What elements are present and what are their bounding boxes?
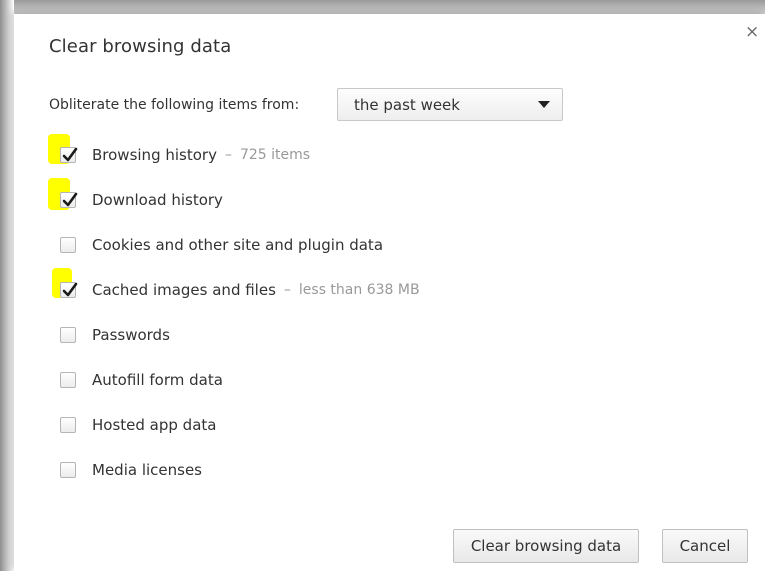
item-checkbox[interactable] [60,417,76,433]
clear-browsing-data-dialog: Clear browsing data × Obliterate the fol… [14,14,765,571]
clear-item[interactable]: Passwords [46,320,170,350]
time-range-selected-value: the past week [354,96,460,114]
item-label: Hosted app data [92,416,217,434]
dropdown-caret-icon [538,101,550,108]
close-icon[interactable]: × [745,24,759,41]
time-range-row: Obliterate the following items from: [49,88,299,122]
item-checkbox[interactable] [60,147,78,163]
item-label: Browsing history [92,146,217,164]
clear-item[interactable]: Download history [46,178,223,215]
item-separator: – [224,147,232,163]
item-checkbox[interactable] [60,237,76,253]
clear-item[interactable]: Hosted app data [46,410,216,440]
time-range-select[interactable]: the past week [337,88,563,121]
checkmark-icon [62,192,78,207]
item-detail: less than 638 MB [298,282,420,298]
item-checkbox[interactable] [60,462,76,478]
item-checkbox[interactable] [60,192,78,208]
time-range-label: Obliterate the following items from: [49,97,300,113]
clear-item[interactable]: Cached images and files – less than 638 MB [46,268,420,305]
item-label: Autofill form data [92,371,223,389]
item-label: Download history [92,191,223,209]
checkmark-icon [62,147,78,162]
item-label: Cookies and other site and plugin data [92,236,384,254]
clear-item[interactable]: Cookies and other site and plugin data [46,230,383,260]
item-detail: 725 items [239,147,311,163]
item-label: Media licenses [92,461,202,479]
cancel-button[interactable]: Cancel [662,529,748,563]
clear-item[interactable]: Browsing history –725 items [46,134,311,170]
item-checkbox[interactable] [60,372,76,388]
clear-browsing-data-button[interactable]: Clear browsing data [453,529,639,563]
clear-item[interactable]: Autofill form data [46,365,223,395]
item-checkbox[interactable] [60,327,76,343]
item-checkbox[interactable] [60,282,78,298]
clear-item[interactable]: Media licenses [46,455,202,485]
checkmark-icon [62,282,78,297]
dialog-title: Clear browsing data [49,36,232,57]
window-shadow [0,0,14,571]
item-separator: – [283,282,291,298]
item-label: Passwords [92,326,170,344]
item-label: Cached images and files [92,281,276,299]
